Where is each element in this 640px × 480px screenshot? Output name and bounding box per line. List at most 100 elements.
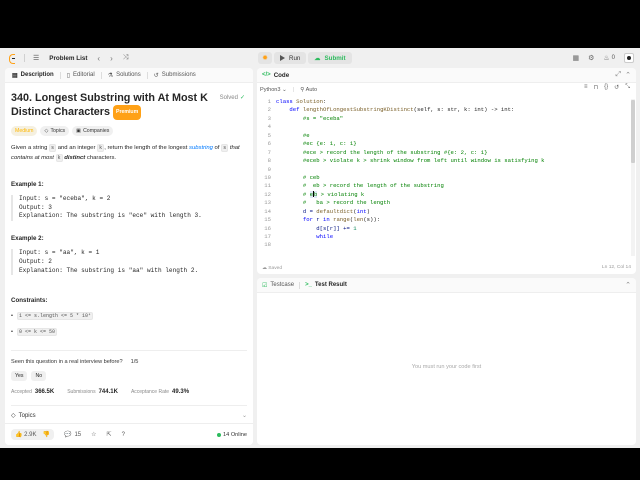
code-token: d[s[r]] += (276, 224, 354, 232)
code-title: Code (273, 71, 290, 79)
problem-list-link[interactable]: Problem List (49, 55, 87, 62)
flask-icon: ⚗ (107, 72, 114, 79)
constraint-code: 1 <= s.length <= 5 * 10⁴ (16, 312, 93, 321)
debug-button[interactable]: ✹ (258, 52, 272, 64)
constraint-item: • 0 <= k <= 50 (11, 328, 247, 337)
editor-scrollbar-thumb[interactable] (631, 100, 635, 163)
problem-title-text: 340. Longest Substring with At Most K Di… (11, 92, 208, 118)
line-number: 12 (264, 190, 271, 198)
example-1-title: Example 1: (11, 181, 44, 188)
editor-actions: ≡ ⊓ {} ↺ ⤡ (584, 84, 630, 91)
chevron-up-icon[interactable]: ⌃ (625, 281, 631, 289)
problem-title[interactable]: 340. Longest Substring with At Most K Di… (11, 92, 216, 120)
statement-text: distinct (62, 154, 86, 161)
lock-icon: ⚲ (300, 86, 305, 93)
acceptance-rate-label: Acceptance Rate (130, 389, 170, 396)
auto-label: Auto (305, 86, 318, 93)
example-output: Output: 3 (19, 203, 52, 211)
description-panel: ▤ Description ▯ Editorial ⚗ Solutions ↺ … (5, 68, 253, 445)
maximize-icon[interactable]: ⤢ (616, 71, 622, 79)
code-header: </> Code (257, 68, 636, 83)
tab-testcase[interactable]: ☑ Testcase (262, 282, 294, 289)
code-comment: #e (276, 131, 310, 139)
example-input: Input: s = "aa", k = 1 (19, 249, 100, 257)
tab-submissions[interactable]: ↺ Submissions (152, 72, 198, 79)
line-number: 18 (264, 241, 271, 249)
tab-editorial[interactable]: ▯ Editorial (65, 72, 97, 79)
chevron-up-icon[interactable]: ⌃ (625, 71, 631, 79)
code-line: 4 (257, 123, 629, 131)
code-line: 5 #e (257, 132, 629, 140)
example-explanation: Explanation: The substring is "aa" with … (19, 266, 199, 274)
line-number: 10 (264, 173, 271, 181)
seen-question-text: Seen this question in a real interview b… (11, 359, 123, 366)
check-circle-icon: ✓ (239, 95, 245, 101)
submit-button[interactable]: ☁ Submit (308, 52, 352, 64)
like-dislike-group: 👍 2.9K 👎 (11, 429, 54, 440)
code-token: def (276, 106, 303, 114)
like-button[interactable]: 👍 2.9K (15, 431, 37, 438)
saved-label: Saved (268, 265, 283, 271)
thumbs-up-icon: 👍 (15, 432, 23, 438)
settings-icon[interactable]: ⚙ (588, 54, 594, 62)
autocomplete-toggle[interactable]: ⚲ Auto (300, 87, 317, 93)
avatar[interactable] (624, 53, 634, 63)
run-button[interactable]: Run (274, 52, 307, 64)
code-comment: #ece > record the length of the substrin… (276, 148, 488, 156)
tab-solutions[interactable]: ⚗ Solutions (106, 72, 143, 79)
streak-count: 0 (611, 55, 615, 61)
code-line: 9 (257, 166, 629, 174)
code-editor[interactable]: 1 class Solution: 2 def lengthOfLongestSu… (257, 98, 629, 256)
code-token: for (276, 216, 317, 224)
prev-problem-icon[interactable]: ‹ (97, 54, 100, 63)
code-line: 12 # eb > violating k (257, 190, 629, 199)
thumbs-down-icon[interactable]: 👎 (43, 431, 50, 438)
code-line: 3 #s = "eceba" (257, 115, 629, 123)
submissions-value: 744.1K (98, 389, 118, 396)
shuffle-icon[interactable]: ⤨ (123, 54, 129, 62)
nav-left: ☰ Problem List ‹ › ⤨ (8, 48, 128, 68)
help-icon[interactable]: ? (122, 432, 125, 438)
line-number: 2 (267, 106, 271, 114)
code-line: 13 # ba > record the length (257, 199, 629, 207)
line-number: 3 (267, 114, 271, 122)
comment-icon: 💬 (63, 432, 72, 438)
code-token: Solution (296, 98, 324, 105)
acceptance-rate-value: 49.3% (172, 389, 190, 396)
inline-code: k (55, 153, 63, 162)
code-line: 6 #ec {e: 1, c: 1} (257, 140, 629, 148)
tab-label: Test Result (314, 282, 347, 288)
code-comment: > violating k (317, 190, 365, 198)
history-icon: ↺ (153, 72, 159, 79)
no-button[interactable]: No (31, 371, 47, 382)
format-icon[interactable]: ≡ (584, 84, 588, 91)
divider (11, 350, 247, 352)
code-token: r (316, 216, 324, 224)
language-select[interactable]: Python3 ⌄ (260, 87, 287, 93)
braces-icon[interactable]: {} (604, 84, 608, 91)
tab-test-result[interactable]: >_ Test Result (305, 282, 347, 288)
code-line: 7 #ece > record the length of the substr… (257, 149, 629, 157)
book-icon: ▯ (66, 72, 70, 79)
streak-counter[interactable]: ♨ 0 (603, 54, 615, 62)
leetcode-logo-icon[interactable] (8, 53, 16, 64)
list-icon[interactable]: ☰ (33, 54, 39, 62)
bookmark-icon[interactable]: ⊓ (593, 84, 598, 91)
tag-icon: ◇ (11, 413, 16, 420)
difficulty-badge: Medium (11, 126, 38, 136)
code-token: int (356, 207, 367, 215)
star-icon[interactable]: ☆ (91, 431, 96, 438)
topics-chip[interactable]: ◇ Topics (40, 126, 70, 136)
companies-chip[interactable]: ▣ Companies (72, 126, 114, 136)
tab-description[interactable]: ▤ Description (10, 72, 56, 79)
reset-icon[interactable]: ↺ (614, 84, 619, 91)
tab-divider (299, 281, 301, 289)
share-icon[interactable]: ⇱ (107, 431, 112, 438)
substring-link[interactable]: substring (189, 145, 213, 151)
next-problem-icon[interactable]: › (110, 54, 113, 63)
cloud-check-icon: ☁ (262, 265, 267, 271)
layout-icon[interactable]: ▦ (572, 54, 579, 62)
yes-button[interactable]: Yes (11, 371, 28, 382)
comments-button[interactable]: 💬 15 (63, 431, 81, 439)
fullscreen-icon[interactable]: ⤡ (625, 84, 630, 91)
